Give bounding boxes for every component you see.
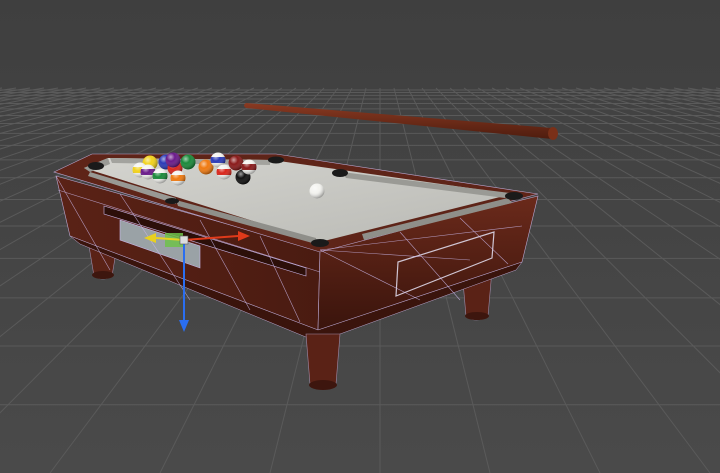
ball-4[interactable]: [165, 152, 181, 168]
pocket-side: [332, 169, 348, 177]
ball-13[interactable]: [170, 170, 186, 186]
ball-7[interactable]: [228, 155, 244, 171]
pocket-front-right: [505, 192, 523, 200]
cue-ball[interactable]: [309, 183, 325, 199]
pocket-side-front: [165, 198, 179, 204]
pocket-back-left: [88, 162, 104, 170]
ball-6[interactable]: [180, 154, 196, 170]
scene-viewport[interactable]: [0, 0, 720, 473]
ball-14[interactable]: [152, 168, 168, 184]
pocket-front-left: [311, 239, 329, 247]
ball-11[interactable]: [216, 164, 232, 180]
ball-15[interactable]: [241, 159, 257, 175]
scene-canvas[interactable]: [0, 0, 720, 473]
gizmo-center: [179, 235, 189, 245]
pocket-back-right: [268, 156, 284, 164]
table-leg-front-right: [305, 333, 341, 390]
